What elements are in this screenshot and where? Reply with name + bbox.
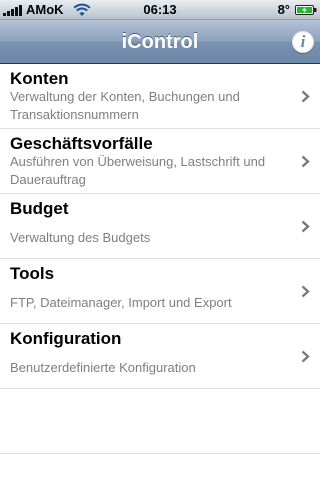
menu-item-title: Geschäftsvorfälle	[10, 134, 153, 153]
navigation-bar: iControl i	[0, 20, 320, 64]
menu-item-subtitle: Verwaltung des Budgets	[10, 230, 151, 245]
info-icon: i	[300, 32, 306, 51]
menu-item-subtitle: Ausführen von Überweisung, Lastschrift u…	[10, 154, 266, 187]
status-time: 06:13	[143, 2, 177, 17]
menu-item-subtitle: FTP, Dateimanager, Import und Export	[10, 295, 232, 310]
chevron-right-icon	[301, 285, 310, 298]
battery-charging-icon	[295, 5, 317, 15]
menu-item-budget[interactable]: Budget Verwaltung des Budgets	[0, 194, 320, 259]
menu-item-subtitle: Verwaltung der Konten, Buchungen und Tra…	[10, 89, 240, 122]
menu-item-geschaeftsvorfaelle[interactable]: Geschäftsvorfälle Ausführen von Überweis…	[0, 129, 320, 194]
info-button[interactable]: i	[292, 31, 314, 53]
chevron-right-icon	[301, 90, 310, 103]
menu-item-subtitle: Benutzerdefinierte Konfiguration	[10, 360, 196, 375]
menu-item-konfiguration[interactable]: Konfiguration Benutzerdefinierte Konfigu…	[0, 324, 320, 389]
temperature-indicator: 8°	[277, 2, 290, 17]
status-bar: AMoK 06:13 8°	[0, 0, 320, 20]
menu-item-tools[interactable]: Tools FTP, Dateimanager, Import und Expo…	[0, 259, 320, 324]
empty-table-row	[0, 389, 320, 454]
app-screen: AMoK 06:13 8° iControl i Konten Verwaltu…	[0, 0, 320, 480]
menu-item-konten[interactable]: Konten Verwaltung der Konten, Buchungen …	[0, 64, 320, 129]
menu-item-title: Budget	[10, 199, 69, 218]
chevron-right-icon	[301, 350, 310, 363]
menu-item-title: Konten	[10, 69, 69, 88]
menu-item-title: Tools	[10, 264, 55, 283]
chevron-right-icon	[301, 220, 310, 233]
chevron-right-icon	[301, 155, 310, 168]
page-title: iControl	[121, 31, 199, 53]
menu-item-title: Konfiguration	[10, 329, 122, 348]
menu-list: Konten Verwaltung der Konten, Buchungen …	[0, 64, 320, 480]
